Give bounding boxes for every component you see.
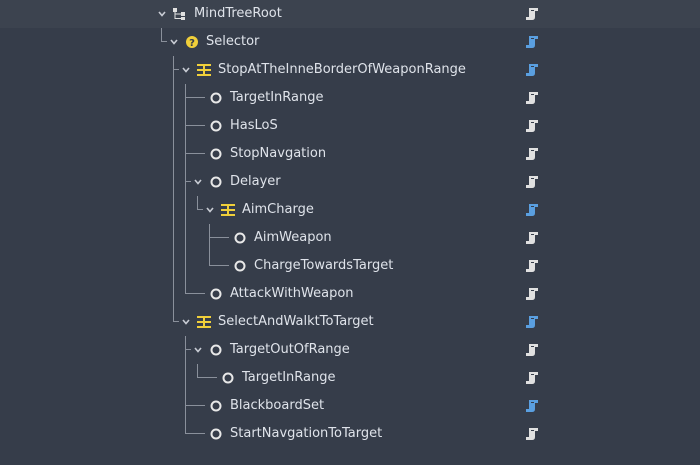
tree-row-targetinrange[interactable]: TargetInRange — [0, 84, 700, 112]
tree-item-label: HasLoS — [230, 118, 278, 133]
tree-guide-line — [185, 125, 205, 126]
tree-guide-line — [185, 153, 205, 154]
tree-item-label: AimWeapon — [254, 230, 332, 245]
tree-row-haslos[interactable]: HasLoS — [0, 112, 700, 140]
chevron-down-icon[interactable] — [192, 176, 204, 188]
tree-guide-line — [185, 293, 205, 294]
tree-guide-line — [161, 28, 162, 41]
script-icon[interactable] — [525, 315, 539, 329]
tree-row-chargetowardstarget[interactable]: ChargeTowardsTarget — [0, 252, 700, 280]
tree-guide-line — [197, 377, 217, 378]
script-icon[interactable] — [525, 399, 539, 413]
tree-item-label: TargetInRange — [230, 90, 324, 105]
tree-guide-line — [161, 41, 167, 42]
sequence-icon — [197, 315, 211, 329]
tree-row-selectandwalkttotarget[interactable]: SelectAndWalktToTarget — [0, 308, 700, 336]
tree-row-aimcharge[interactable]: AimCharge — [0, 196, 700, 224]
tree-guide-line — [197, 364, 198, 377]
script-icon[interactable] — [525, 427, 539, 441]
tree-row-selector[interactable]: ? Selector — [0, 28, 700, 56]
task-icon — [233, 259, 247, 273]
scene-tree: MindTreeRoot ? Selector StopAtTheInneBor… — [0, 0, 700, 465]
script-icon[interactable] — [525, 175, 539, 189]
chevron-down-icon[interactable] — [204, 204, 216, 216]
tree-guide-line — [185, 97, 205, 98]
task-icon — [209, 147, 223, 161]
script-icon[interactable] — [525, 203, 539, 217]
tree-row-stopattheinneborderofweaponrange[interactable]: StopAtTheInneBorderOfWeaponRange — [0, 56, 700, 84]
tree-row-aimweapon[interactable]: AimWeapon — [0, 224, 700, 252]
tree-guide-line — [173, 56, 174, 321]
tree-item-label: StopAtTheInneBorderOfWeaponRange — [218, 62, 466, 77]
tree-item-label: SelectAndWalktToTarget — [218, 314, 374, 329]
task-icon — [209, 175, 223, 189]
task-icon — [209, 399, 223, 413]
chevron-down-icon[interactable] — [180, 316, 192, 328]
tree-row-stopnavgation[interactable]: StopNavgation — [0, 140, 700, 168]
tree-item-label: TargetOutOfRange — [230, 342, 350, 357]
tree-guide-line — [185, 84, 186, 293]
tree-guide-line — [209, 237, 229, 238]
chevron-down-icon[interactable] — [156, 8, 168, 20]
tree-guide-line — [185, 181, 191, 182]
tree-item-label: MindTreeRoot — [194, 6, 282, 21]
task-icon — [233, 231, 247, 245]
tree-guide-line — [197, 209, 203, 210]
tree-item-label: StopNavgation — [230, 146, 327, 161]
tree-row-blackboardset[interactable]: BlackboardSet — [0, 392, 700, 420]
script-icon[interactable] — [525, 343, 539, 357]
tree-item-label: StartNavgationToTarget — [230, 426, 383, 441]
chevron-down-icon[interactable] — [180, 64, 192, 76]
script-icon[interactable] — [525, 91, 539, 105]
sequence-icon — [197, 63, 211, 77]
chevron-down-icon[interactable] — [168, 36, 180, 48]
tree-guide-line — [185, 433, 205, 434]
task-icon — [209, 343, 223, 357]
tree-guide-line — [197, 196, 198, 209]
script-icon[interactable] — [525, 147, 539, 161]
tree-root-icon — [172, 7, 186, 21]
script-icon[interactable] — [525, 371, 539, 385]
tree-row-attackwithweapon[interactable]: AttackWithWeapon — [0, 280, 700, 308]
svg-text:?: ? — [189, 38, 195, 49]
script-icon[interactable] — [525, 259, 539, 273]
tree-item-label: ChargeTowardsTarget — [254, 258, 394, 273]
script-icon[interactable] — [525, 231, 539, 245]
tree-item-label: Selector — [206, 34, 260, 49]
task-icon — [209, 427, 223, 441]
tree-guide-line — [173, 69, 179, 70]
script-icon[interactable] — [525, 119, 539, 133]
tree-row-startnavgationtotarget[interactable]: StartNavgationToTarget — [0, 420, 700, 448]
tree-item-label: Delayer — [230, 174, 281, 189]
tree-row-targetoutofrange[interactable]: TargetOutOfRange — [0, 336, 700, 364]
tree-row-targetinrange-2[interactable]: TargetInRange — [0, 364, 700, 392]
sequence-icon — [221, 203, 235, 217]
tree-row-delayer[interactable]: Delayer — [0, 168, 700, 196]
script-icon[interactable] — [525, 35, 539, 49]
tree-guide-line — [209, 224, 210, 265]
tree-item-label: AttackWithWeapon — [230, 286, 354, 301]
task-icon — [209, 91, 223, 105]
task-icon — [221, 371, 235, 385]
script-icon[interactable] — [525, 7, 539, 21]
tree-guide-line — [185, 405, 205, 406]
script-icon[interactable] — [525, 287, 539, 301]
script-icon[interactable] — [525, 63, 539, 77]
task-icon — [209, 287, 223, 301]
tree-guide-line — [185, 336, 186, 433]
selector-icon: ? — [185, 35, 199, 49]
tree-guide-line — [209, 265, 229, 266]
tree-row-mindtreeroot[interactable]: MindTreeRoot — [0, 0, 700, 28]
tree-item-label: AimCharge — [242, 202, 314, 217]
tree-item-label: TargetInRange — [242, 370, 336, 385]
tree-item-label: BlackboardSet — [230, 398, 325, 413]
tree-guide-line — [173, 321, 179, 322]
chevron-down-icon[interactable] — [192, 344, 204, 356]
tree-guide-line — [185, 349, 191, 350]
task-icon — [209, 119, 223, 133]
